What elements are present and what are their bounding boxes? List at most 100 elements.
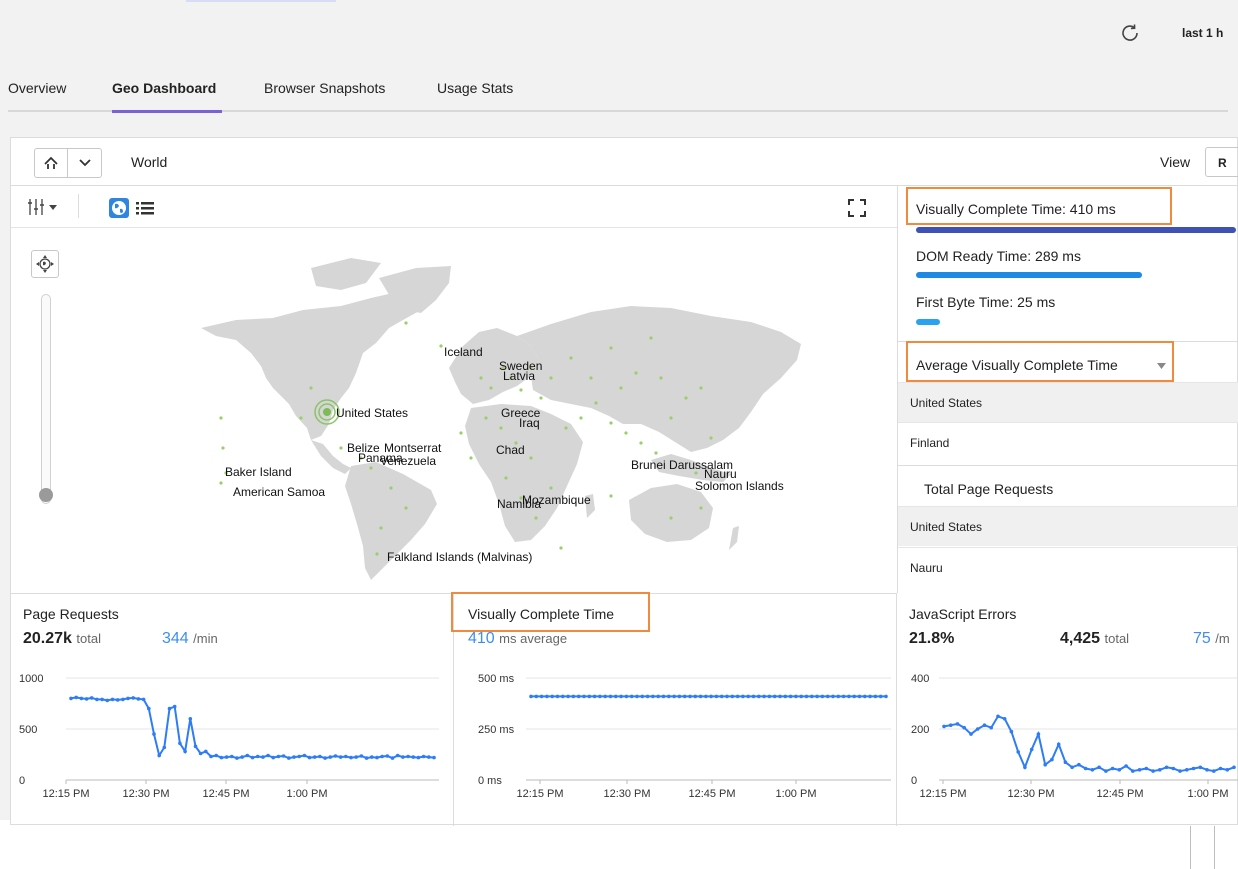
filter-button[interactable]: [27, 196, 63, 218]
js-errors-widget[interactable]: JavaScript Errors 21.8% 4,425 total 75 /…: [897, 594, 1238, 826]
data-point: [115, 698, 120, 702]
data-point: [364, 756, 369, 760]
map-label-mozambique[interactable]: Mozambique: [522, 493, 591, 507]
map-label-american-samoa[interactable]: American Samoa: [233, 485, 325, 499]
data-point: [1050, 757, 1054, 762]
data-point: [240, 755, 244, 759]
data-point: [841, 694, 846, 699]
data-point: [209, 754, 213, 759]
y-tick-label: 1000: [19, 673, 43, 685]
data-point: [566, 694, 570, 699]
data-point: [1083, 766, 1088, 771]
data-point: [587, 694, 592, 699]
central-america-shape: [311, 440, 351, 474]
data-point: [1104, 769, 1108, 773]
list-view-icon[interactable]: [135, 199, 155, 217]
vct-widget[interactable]: Visually Complete Time 410 ms average 50…: [451, 592, 897, 826]
data-point: [162, 745, 167, 750]
x-tick-label: 1:00 PM: [1188, 788, 1229, 800]
total-requests-row[interactable]: Nauru: [898, 547, 1238, 593]
map-label-latvia[interactable]: Latvia: [503, 369, 535, 383]
data-point: [157, 753, 161, 758]
view-label: View: [1160, 154, 1191, 170]
data-point: [592, 694, 597, 699]
y-tick-label: 400: [911, 673, 929, 685]
map-label-falkland-islands[interactable]: Falkland Islands (Malvinas): [387, 550, 532, 564]
x-tick-label: 12:45 PM: [1096, 788, 1143, 800]
data-point: [948, 723, 953, 727]
time-range-picker[interactable]: last 1 h: [1182, 26, 1223, 40]
y-tick-label: 250 ms: [478, 724, 515, 736]
avg-vct-row[interactable]: United States: [898, 382, 1238, 422]
data-point: [110, 697, 115, 702]
data-point: [778, 694, 782, 699]
data-point: [261, 755, 265, 759]
zoom-slider-track[interactable]: [41, 294, 51, 504]
data-point: [608, 694, 613, 699]
map-label-united-states[interactable]: United States: [336, 406, 408, 420]
data-point: [1158, 768, 1162, 772]
data-point: [141, 697, 146, 702]
metric-dom-ready-bar: [916, 272, 1142, 278]
data-point: [725, 694, 729, 699]
data-point: [354, 755, 359, 759]
tab-browser-snapshots[interactable]: Browser Snapshots: [264, 80, 385, 96]
data-point: [1151, 769, 1155, 773]
chevron-down-icon: [78, 159, 91, 167]
data-point: [79, 696, 84, 701]
js-errors-chart: 400 200 012:15 PM 12:30 PM 12:45 PM 1:00 PM: [911, 673, 1238, 800]
data-point: [1063, 760, 1068, 764]
refresh-icon[interactable]: [1118, 21, 1142, 45]
data-point: [1124, 764, 1128, 768]
data-point: [619, 694, 623, 699]
tab-usage-stats[interactable]: Usage Stats: [437, 80, 513, 96]
data-point: [751, 694, 756, 699]
data-point: [395, 753, 400, 758]
zoom-slider-handle[interactable]: [39, 488, 53, 502]
map-label-iraq[interactable]: Iraq: [519, 416, 540, 430]
tab-geo-dashboard[interactable]: Geo Dashboard: [112, 80, 216, 96]
recenter-button[interactable]: [31, 250, 59, 278]
data-point: [147, 706, 151, 711]
world-map[interactable]: Iceland Sweden Latvia United States Gree…: [11, 228, 897, 593]
map-label-iceland[interactable]: Iceland: [444, 345, 483, 359]
data-point: [370, 755, 374, 759]
data-point: [390, 756, 395, 760]
map-label-baker-island[interactable]: Baker Island: [225, 465, 292, 479]
map-label-solomon-islands[interactable]: Solomon Islands: [695, 479, 784, 493]
data-point: [1036, 732, 1041, 736]
map-label-venezuela[interactable]: Venezuela: [380, 454, 436, 468]
data-point: [772, 694, 777, 699]
data-point: [230, 754, 234, 759]
data-point: [1185, 768, 1189, 772]
globe-view-button[interactable]: [109, 198, 129, 218]
data-point: [651, 694, 655, 699]
fullscreen-icon[interactable]: [847, 198, 867, 218]
data-point: [183, 749, 187, 754]
data-point: [1070, 765, 1074, 770]
metric-first-byte-bar: [916, 319, 940, 325]
data-point: [312, 755, 317, 759]
data-point: [682, 694, 687, 699]
x-tick-label: 1:00 PM: [287, 788, 328, 800]
home-button[interactable]: [34, 148, 68, 178]
map-label-chad[interactable]: Chad: [496, 443, 525, 457]
data-point: [741, 694, 745, 699]
data-point: [1016, 750, 1020, 754]
breadcrumb-dropdown-button[interactable]: [68, 148, 102, 178]
page-requests-widget[interactable]: Page Requests 20.27k total 344 /min 1000…: [11, 594, 454, 826]
view-select[interactable]: R: [1205, 147, 1238, 177]
avg-vct-row[interactable]: Finland: [898, 422, 1238, 462]
data-point: [561, 694, 565, 699]
tab-overview[interactable]: Overview: [8, 80, 66, 96]
data-point: [131, 696, 135, 700]
scroll-guide-right: [1214, 826, 1215, 869]
active-tab-indicator: [112, 110, 222, 113]
data-point: [126, 696, 130, 701]
x-tick-label: 12:45 PM: [688, 788, 735, 800]
data-point: [693, 694, 698, 699]
map-toolbar: [11, 186, 897, 228]
data-point: [539, 694, 544, 699]
data-point: [794, 694, 798, 699]
total-requests-row[interactable]: United States: [898, 506, 1238, 546]
